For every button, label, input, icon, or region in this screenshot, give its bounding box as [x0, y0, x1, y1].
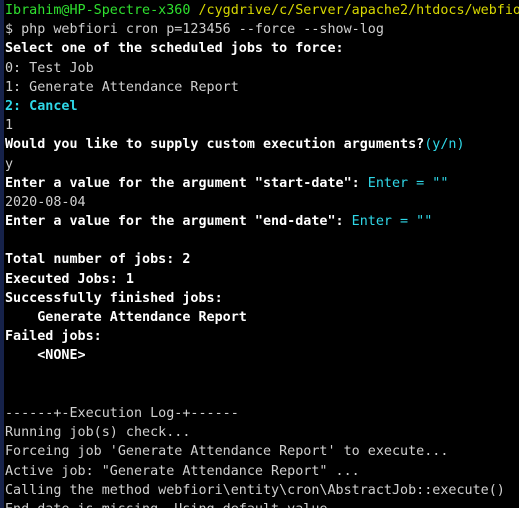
option-2-cancel-seg-0: 2: Cancel: [5, 98, 78, 114]
execution-log-banner-seg-0: ------+-Execution Log-+------: [5, 405, 239, 421]
failed-jobs-header: Failed jobs:: [5, 327, 519, 346]
log-active-job: Active job: "Generate Attendance Report"…: [5, 462, 519, 481]
start-date-prompt: Enter a value for the argument "start-da…: [5, 174, 519, 193]
successful-job-item: Generate Attendance Report: [5, 308, 519, 327]
terminal-window[interactable]: Ibrahim@HP-Spectre-x360 /cygdrive/c/Serv…: [0, 0, 519, 508]
total-jobs: Total number of jobs: 2: [5, 250, 519, 269]
scrollbar-thumb[interactable]: [0, 0, 4, 508]
log-active-job-seg-0: Active job: "Generate Attendance Report"…: [5, 463, 360, 479]
blank-1: [5, 231, 519, 250]
custom-args-question-seg-1: (y/n): [424, 137, 465, 153]
custom-args-question-seg-0: Would you like to supply custom executio…: [5, 137, 425, 153]
executed-jobs: Executed Jobs: 1: [5, 270, 519, 289]
log-end-date-missing-seg-0: End date is missing. Using default value…: [5, 502, 336, 508]
custom-args-question: Would you like to supply custom executio…: [5, 135, 519, 154]
log-forcing-job-seg-0: Forceing job 'Generate Attendance Report…: [5, 444, 449, 460]
command-line: $ php webfiori cron p=123456 --force --s…: [5, 20, 519, 39]
user-input-选择: 1: [5, 116, 519, 135]
log-running-check-seg-0: Running job(s) check...: [5, 425, 191, 441]
log-running-check: Running job(s) check...: [5, 423, 519, 442]
user-input-y: y: [5, 155, 519, 174]
option-1-seg-0: 1: Generate Attendance Report: [5, 79, 239, 95]
user-input-start-date-seg-0: 2020-08-04: [5, 194, 86, 210]
failed-jobs-header-seg-0: Failed jobs:: [5, 329, 102, 345]
end-date-prompt-seg-1: Enter = "": [351, 214, 433, 230]
blank-2: [5, 366, 519, 385]
log-call-execute: Calling the method webfiori\entity\cron\…: [5, 481, 519, 500]
log-call-execute-seg-0: Calling the method webfiori\entity\cron\…: [5, 482, 505, 498]
user-input-y-seg-0: y: [5, 156, 14, 172]
total-jobs-seg-0: Total number of jobs: 2: [5, 252, 191, 268]
failed-job-item-seg-0: <NONE>: [5, 348, 86, 364]
log-forcing-job: Forceing job 'Generate Attendance Report…: [5, 442, 519, 461]
user-input-start-date: 2020-08-04: [5, 193, 519, 212]
select-prompt: Select one of the scheduled jobs to forc…: [5, 39, 519, 58]
failed-job-item: <NONE>: [5, 346, 519, 365]
prompt-line-seg-1: [190, 3, 198, 18]
execution-log-banner: ------+-Execution Log-+------: [5, 404, 519, 423]
executed-jobs-seg-0: Executed Jobs: 1: [5, 271, 134, 287]
blank-3: [5, 385, 519, 404]
start-date-prompt-seg-0: Enter a value for the argument "start-da…: [5, 175, 368, 191]
user-input-选择-seg-0: 1: [5, 118, 14, 134]
prompt-line-seg-0: Ibrahim@HP-Spectre-x360: [5, 3, 191, 18]
select-prompt-seg-0: Select one of the scheduled jobs to forc…: [5, 41, 344, 57]
scrollbar-track[interactable]: [0, 0, 4, 508]
option-0: 0: Test Job: [5, 59, 519, 78]
log-end-date-missing: End date is missing. Using default value…: [5, 500, 519, 508]
option-0-seg-0: 0: Test Job: [5, 60, 94, 76]
option-2-cancel: 2: Cancel: [5, 97, 519, 116]
prompt-line-seg-2: /cygdrive/c/Server/apache2/htdocs/webfio…: [198, 3, 519, 18]
successful-jobs-header: Successfully finished jobs:: [5, 289, 519, 308]
successful-job-item-seg-0: Generate Attendance Report: [5, 310, 247, 325]
command-line-seg-0: $ php webfiori cron p=123456 --force --s…: [5, 22, 384, 38]
terminal-output-area[interactable]: Ibrahim@HP-Spectre-x360 /cygdrive/c/Serv…: [5, 0, 519, 508]
end-date-prompt-seg-0: Enter a value for the argument "end-date…: [5, 214, 352, 230]
start-date-prompt-seg-1: Enter = "": [367, 175, 449, 191]
prompt-line: Ibrahim@HP-Spectre-x360 /cygdrive/c/Serv…: [5, 1, 519, 20]
end-date-prompt: Enter a value for the argument "end-date…: [5, 212, 519, 231]
option-1: 1: Generate Attendance Report: [5, 78, 519, 97]
successful-jobs-header-seg-0: Successfully finished jobs:: [5, 290, 223, 306]
